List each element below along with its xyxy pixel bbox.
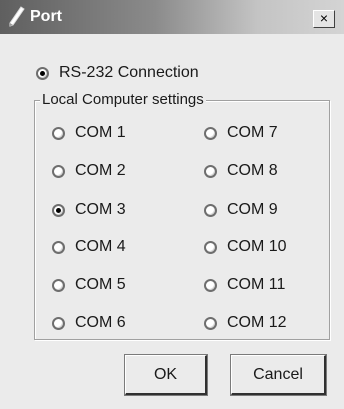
port-dialog: Port × RS-232 Connection Local Computer … xyxy=(0,0,344,409)
com12-radio[interactable]: COM 12 xyxy=(204,312,287,334)
com12-radio-indicator[interactable] xyxy=(204,316,217,330)
com7-radio[interactable]: COM 7 xyxy=(204,122,278,144)
com10-radio[interactable]: COM 10 xyxy=(204,236,287,258)
close-button[interactable]: × xyxy=(313,10,335,28)
com6-radio[interactable]: COM 6 xyxy=(52,312,126,334)
pen-icon xyxy=(6,6,26,28)
com8-radio[interactable]: COM 8 xyxy=(204,160,278,182)
ok-button[interactable]: OK xyxy=(124,354,208,396)
com9-label: COM 9 xyxy=(227,201,278,218)
com2-radio-indicator[interactable] xyxy=(52,164,65,178)
com2-radio[interactable]: COM 2 xyxy=(52,160,126,182)
window-title: Port xyxy=(30,8,62,25)
com3-radio[interactable]: COM 3 xyxy=(52,199,126,221)
rs232-connection-label: RS-232 Connection xyxy=(59,64,199,81)
com10-label: COM 10 xyxy=(227,238,287,255)
com7-label: COM 7 xyxy=(227,124,278,141)
rs232-radio-indicator[interactable] xyxy=(36,66,49,80)
com12-label: COM 12 xyxy=(227,314,287,331)
com2-label: COM 2 xyxy=(75,162,126,179)
com9-radio[interactable]: COM 9 xyxy=(204,199,278,221)
com3-label: COM 3 xyxy=(75,201,126,218)
com11-radio-indicator[interactable] xyxy=(204,278,217,292)
com5-label: COM 5 xyxy=(75,276,126,293)
com4-radio-indicator[interactable] xyxy=(52,240,65,254)
cancel-button[interactable]: Cancel xyxy=(230,354,327,396)
com1-radio[interactable]: COM 1 xyxy=(52,122,126,144)
com11-label: COM 11 xyxy=(227,276,286,293)
com11-radio[interactable]: COM 11 xyxy=(204,274,285,296)
com8-label: COM 8 xyxy=(227,162,278,179)
com9-radio-indicator[interactable] xyxy=(204,203,217,217)
com3-radio-indicator[interactable] xyxy=(52,203,65,217)
com4-label: COM 4 xyxy=(75,238,126,255)
com5-radio-indicator[interactable] xyxy=(52,278,65,292)
com5-radio[interactable]: COM 5 xyxy=(52,274,126,296)
com8-radio-indicator[interactable] xyxy=(204,164,217,178)
rs232-connection-radio[interactable]: RS-232 Connection xyxy=(36,62,199,84)
com1-radio-indicator[interactable] xyxy=(52,126,65,140)
com6-radio-indicator[interactable] xyxy=(52,316,65,330)
com7-radio-indicator[interactable] xyxy=(204,126,217,140)
title-bar[interactable]: Port × xyxy=(0,0,344,34)
com4-radio[interactable]: COM 4 xyxy=(52,236,126,258)
com1-label: COM 1 xyxy=(75,124,126,141)
com6-label: COM 6 xyxy=(75,314,126,331)
group-legend: Local Computer settings xyxy=(40,91,206,108)
close-icon: × xyxy=(319,10,329,26)
com10-radio-indicator[interactable] xyxy=(204,240,217,254)
